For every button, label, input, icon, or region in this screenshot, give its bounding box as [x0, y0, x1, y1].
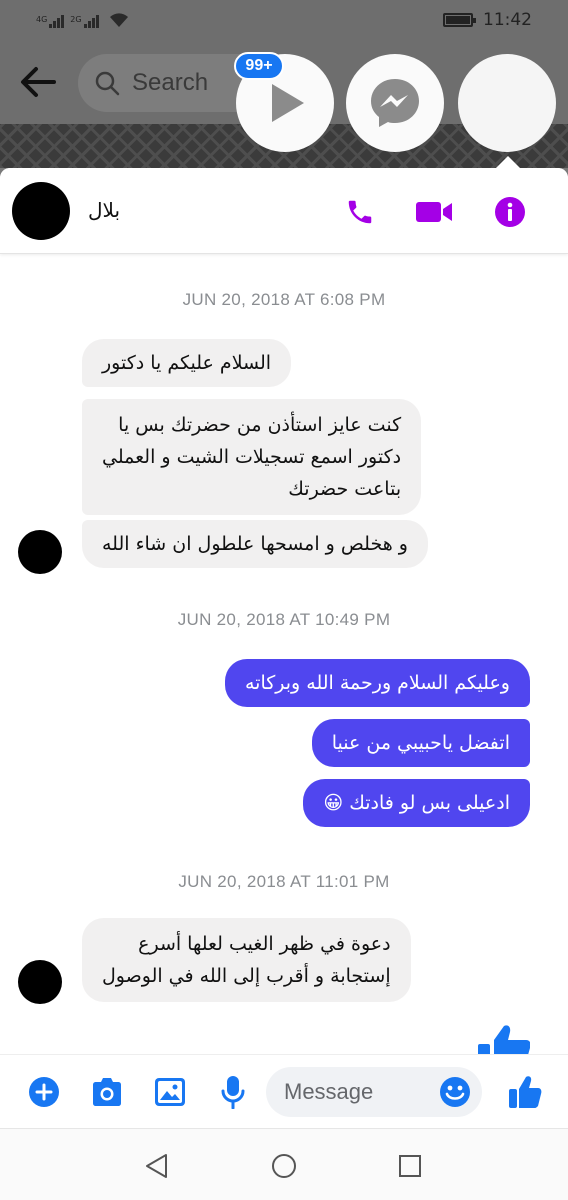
message-bubble-incoming[interactable]: دعوة في ظهر الغيب لعلها أسرع إستجابة و أ…: [82, 918, 411, 1002]
emoji-button[interactable]: [438, 1075, 472, 1109]
back-triangle-icon[interactable]: [142, 1151, 172, 1181]
message-line: اتفضل ياحبيبي من عنيا: [331, 732, 510, 754]
camera-icon: [93, 1078, 121, 1106]
status-bar: 4G 2G 11:42: [0, 0, 568, 44]
avatar[interactable]: [12, 182, 70, 240]
chat-head-contact[interactable]: [458, 54, 556, 152]
play-icon: [272, 84, 304, 122]
message-line: إستجابة و أقرب إلى الله في الوصول: [102, 965, 391, 987]
avatar[interactable]: [18, 960, 62, 1004]
thumbs-up-icon: [509, 1076, 542, 1108]
message-line: ادعيلى بس لو فادتك 😀: [323, 792, 510, 814]
microphone-icon: [221, 1076, 245, 1109]
unread-count-badge: 99+: [234, 52, 284, 80]
battery-icon: [443, 13, 476, 27]
network-type-label: 2G: [70, 15, 82, 24]
timestamp: JUN 20, 2018 AT 6:08 PM: [182, 290, 386, 309]
gallery-icon: [155, 1078, 185, 1106]
wifi-icon: [109, 13, 128, 27]
signal-sim2-icon: 2G: [70, 15, 99, 28]
network-type-label: 4G: [36, 15, 48, 24]
phone-icon: [348, 200, 372, 224]
chat-head-messenger[interactable]: [346, 54, 444, 152]
voice-message-button[interactable]: [216, 1075, 250, 1109]
plus-icon: [29, 1077, 59, 1107]
timestamp: JUN 20, 2018 AT 10:49 PM: [177, 610, 391, 629]
message-composer: [0, 1054, 568, 1128]
message-bubble-outgoing[interactable]: وعليكم السلام ورحمة الله وبركاته: [224, 659, 530, 707]
system-navigation-bar: [0, 1128, 568, 1200]
message-line: كنت عايز استأذن من حضرتك بس يا: [118, 414, 402, 436]
like-button[interactable]: [508, 1075, 542, 1109]
recents-square-icon[interactable]: [395, 1151, 425, 1181]
timestamp: JUN 20, 2018 AT 11:01 PM: [178, 872, 390, 891]
message-line: و هخلص و امسحها علطول ان شاء الله: [102, 533, 408, 555]
emoji-icon: [440, 1077, 470, 1107]
video-camera-icon: [416, 202, 452, 222]
clock: 11:42: [483, 10, 532, 30]
message-line: دكتور اسمع تسجيلات الشيت و العملي: [102, 446, 402, 468]
signal-sim1-icon: 4G: [36, 15, 65, 28]
home-circle-icon[interactable]: [269, 1151, 299, 1181]
message-bubble-incoming[interactable]: السلام عليكم يا دكتور: [82, 339, 292, 387]
chat-panel: بلال JUN 20, 2018 AT 6:08 PM السلام عليك…: [0, 168, 568, 1128]
back-arrow-icon[interactable]: [18, 62, 58, 102]
info-icon: [495, 197, 525, 227]
message-line: وعليكم السلام ورحمة الله وبركاته: [244, 672, 510, 694]
message-line: السلام عليكم يا دكتور: [102, 352, 272, 374]
message-bubble-incoming[interactable]: كنت عايز استأذن من حضرتك بس يا دكتور اسم…: [82, 399, 422, 515]
voice-call-button[interactable]: [340, 192, 380, 232]
video-call-button[interactable]: [414, 192, 454, 232]
messenger-icon: [371, 79, 419, 127]
avatar[interactable]: [18, 530, 62, 574]
chat-header: بلال: [0, 168, 568, 254]
contact-name[interactable]: بلال: [88, 198, 120, 222]
message-bubble-outgoing[interactable]: اتفضل ياحبيبي من عنيا: [311, 719, 530, 767]
message-line: دعوة في ظهر الغيب لعلها أسرع: [138, 933, 391, 955]
message-bubble-incoming[interactable]: و هخلص و امسحها علطول ان شاء الله: [82, 520, 428, 568]
gallery-button[interactable]: [153, 1075, 187, 1109]
chat-head-pointer: [496, 156, 520, 168]
search-placeholder: Search: [132, 69, 209, 96]
message-line: بتاعت حضرتك: [288, 478, 402, 500]
conversation-info-button[interactable]: [490, 192, 530, 232]
add-button[interactable]: [27, 1075, 61, 1109]
message-bubble-outgoing[interactable]: ادعيلى بس لو فادتك 😀: [303, 779, 530, 827]
camera-button[interactable]: [90, 1075, 124, 1109]
search-icon: [95, 71, 120, 96]
